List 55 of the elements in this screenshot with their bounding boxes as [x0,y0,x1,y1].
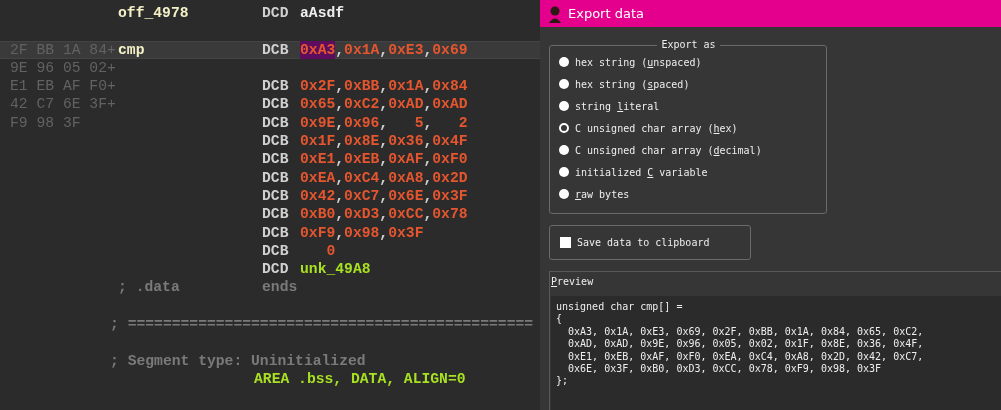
comment-text: ; Segment type: Uninitialized [110,351,366,370]
mnemonic: DCB [262,41,289,58]
radio-option[interactable]: C unsigned char array (hex) [559,117,818,139]
mnemonic: DCB [262,78,289,95]
radio-icon[interactable] [559,101,569,111]
radio-option[interactable]: hex string (unspaced) [559,51,818,73]
operand-list: 0xF9,0x98,0x3F [300,223,424,242]
operand-list: 0 [300,241,336,261]
group-title: Export as [660,41,717,49]
radio-option[interactable]: hex string (spaced) [559,73,818,95]
mnemonic: DCD [262,5,289,21]
directive-text: AREA .bss, DATA, ALIGN=0 [254,369,466,389]
mnemonic: ends [262,278,298,297]
radio-icon[interactable] [559,167,569,177]
operand-list: 0x42,0xC7,0x6E,0x3F [300,186,468,206]
operand-list: unk_49A8 [300,260,371,279]
operand-list: 0x2F,0xBB,0x1A,0x84 [300,77,468,96]
radio-icon[interactable] [559,145,569,155]
code-label: cmp [118,41,145,58]
radio-icon[interactable] [559,189,569,199]
radio-option[interactable]: C unsigned char array (decimal) [559,139,818,161]
operand-list: 0xEA,0xC4,0xA8,0x2D [300,168,468,187]
radio-icon[interactable] [559,79,569,89]
mnemonic: DCB [262,169,289,186]
checkbox-icon[interactable] [560,237,571,248]
preview-label: Preview [551,276,594,287]
mnemonic: DCB [262,114,289,131]
radio-option[interactable]: raw bytes [559,183,818,205]
operand-list: 0x1F,0x8E,0x36,0x4F [300,132,468,151]
mnemonic: DCB [262,206,289,223]
mnemonic: DCB [262,242,289,259]
radio-icon[interactable] [559,123,569,133]
mnemonic: DCB [262,224,289,241]
operand-list: 0xE1,0xEB,0xAF,0xF0 [300,150,468,169]
mnemonic: DCD [262,261,289,278]
mnemonic: DCB [262,133,289,150]
radio-icon[interactable] [559,57,569,67]
mnemonic: DCB [262,187,289,204]
operand-list: ,0x1A,0xE3,0x69 [335,40,468,59]
mnemonic: DCB [262,151,289,168]
preview-text: unsigned char cmp[] = { 0xA3, 0x1A, 0xE3, 0x69, 0x2F, 0xBB, 0x1A, 0x84, 0x65, 0xC2, 0xAD, 0xAD, 0x9E, 0x96, 0x05, 0x02, 0x1F, 0x8E, 0x36, 0x4F, 0xE1, 0xEB, 0xAF, 0xF0, 0xEA, 0xC4, 0xA8, 0x2D, 0x42, 0xC7, 0x6E, 0x3F, 0xB0, 0xD3, 0xCC, 0x78, 0xF9, 0x98, 0x3F }; [556,301,924,388]
segment-comment: ; .data [118,279,180,296]
mnemonic: DCB [262,96,289,113]
comment-text: ; ============================================== [110,315,534,334]
clipboard-checkbox[interactable]: Save data to clipboard [560,237,710,248]
radio-option[interactable]: initialized C variable [559,161,818,183]
code-label: off_4978 [118,5,189,21]
operand-list: 0x9E,0x96, 5, 2 [300,113,468,133]
operand-list: 0xB0,0xD3,0xCC,0x78 [300,205,468,224]
operand-list: 0x65,0xC2,0xAD,0xAD [300,95,468,114]
radio-option[interactable]: string literal [559,95,818,117]
window-title: Export data [568,6,644,21]
operand-list: aAsdf [300,4,345,23]
avatar-icon [547,4,563,23]
preview-field[interactable] [551,296,1001,410]
